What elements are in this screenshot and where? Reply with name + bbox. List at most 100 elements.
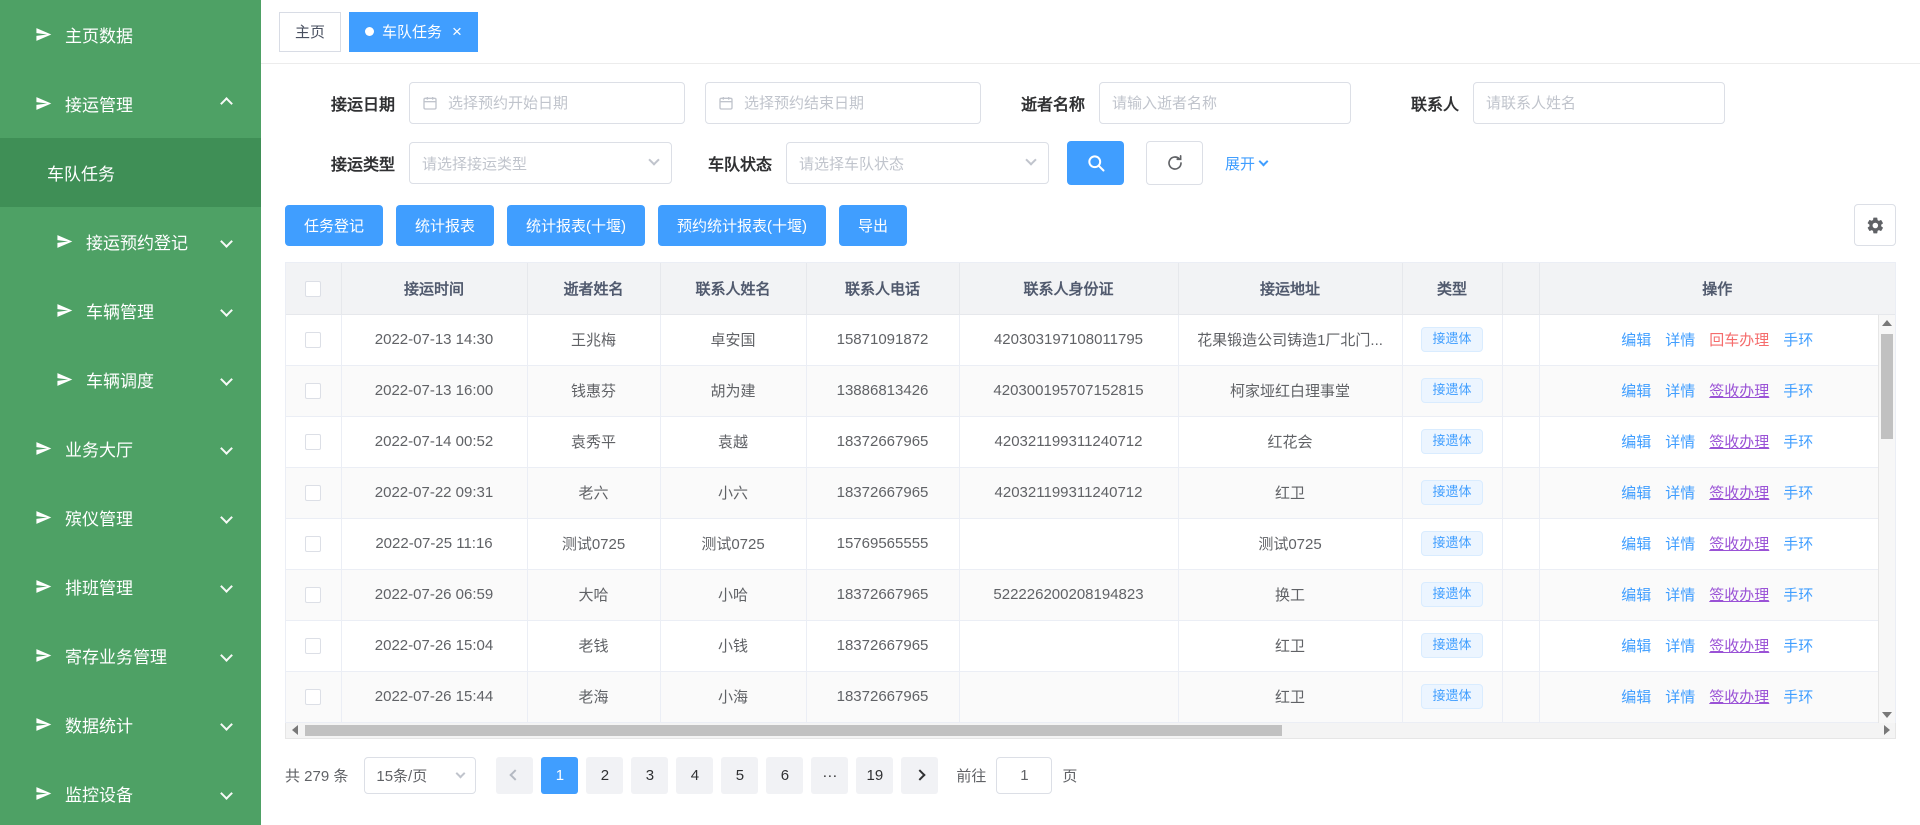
- toolbar-button[interactable]: 预约统计报表(十堰): [658, 205, 826, 246]
- date-end-input[interactable]: [705, 82, 981, 124]
- sidebar-item[interactable]: 监控设备: [0, 759, 261, 825]
- expand-toggle[interactable]: 展开: [1225, 153, 1267, 174]
- sidebar-item-label: 排班管理: [65, 574, 209, 599]
- detail-link[interactable]: 详情: [1665, 332, 1695, 349]
- goto-page-input[interactable]: [996, 757, 1052, 794]
- page-button[interactable]: 4: [676, 757, 713, 794]
- sidebar-item[interactable]: 车辆调度: [0, 345, 261, 414]
- edit-link[interactable]: 编辑: [1621, 332, 1651, 349]
- date-start-field[interactable]: [448, 83, 672, 123]
- row-checkbox[interactable]: [305, 689, 321, 705]
- page-ellipsis[interactable]: ···: [811, 757, 848, 794]
- bracelet-link[interactable]: 手环: [1783, 638, 1813, 655]
- edit-link[interactable]: 编辑: [1621, 383, 1651, 400]
- page-button[interactable]: 1: [541, 757, 578, 794]
- bracelet-link[interactable]: 手环: [1783, 587, 1813, 604]
- edit-link[interactable]: 编辑: [1621, 536, 1651, 553]
- bracelet-link[interactable]: 手环: [1783, 434, 1813, 451]
- sign-off-link[interactable]: 签收办理: [1709, 638, 1769, 655]
- sidebar-item[interactable]: 接运管理: [0, 69, 261, 138]
- return-vehicle-link[interactable]: 回车办理: [1709, 332, 1769, 349]
- bracelet-link[interactable]: 手环: [1783, 485, 1813, 502]
- detail-link[interactable]: 详情: [1665, 638, 1695, 655]
- vertical-scrollbar[interactable]: [1878, 315, 1895, 723]
- sign-off-link[interactable]: 签收办理: [1709, 587, 1769, 604]
- tab-item[interactable]: 主页: [279, 12, 341, 52]
- row-checkbox[interactable]: [305, 383, 321, 399]
- sidebar-item[interactable]: 排班管理: [0, 552, 261, 621]
- sign-off-link[interactable]: 签收办理: [1709, 485, 1769, 502]
- bracelet-link[interactable]: 手环: [1783, 689, 1813, 706]
- scroll-up-arrow[interactable]: [1879, 315, 1895, 331]
- toolbar-button[interactable]: 统计报表(十堰): [507, 205, 645, 246]
- horizontal-scrollbar[interactable]: [285, 723, 1896, 739]
- toolbar-button[interactable]: 导出: [839, 205, 907, 246]
- page-button[interactable]: 5: [721, 757, 758, 794]
- tab-active[interactable]: 车队任务×: [349, 12, 478, 52]
- edit-link[interactable]: 编辑: [1621, 689, 1651, 706]
- vscroll-thumb[interactable]: [1881, 334, 1893, 439]
- page-button[interactable]: 6: [766, 757, 803, 794]
- sidebar-item[interactable]: 业务大厅: [0, 414, 261, 483]
- fleet-status-select[interactable]: 请选择车队状态: [786, 142, 1049, 184]
- hscroll-thumb[interactable]: [305, 725, 1282, 736]
- cell-time: 2022-07-26 15:44: [341, 671, 527, 722]
- detail-link[interactable]: 详情: [1665, 383, 1695, 400]
- sidebar-item[interactable]: 车辆管理: [0, 276, 261, 345]
- toolbar-button[interactable]: 任务登记: [285, 205, 383, 246]
- row-checkbox[interactable]: [305, 536, 321, 552]
- sign-off-link[interactable]: 签收办理: [1709, 383, 1769, 400]
- detail-link[interactable]: 详情: [1665, 434, 1695, 451]
- deceased-name-field[interactable]: [1112, 83, 1338, 123]
- edit-link[interactable]: 编辑: [1621, 638, 1651, 655]
- sidebar-item[interactable]: 车队任务: [0, 138, 261, 207]
- scroll-right-arrow[interactable]: [1878, 723, 1895, 738]
- vscroll-track[interactable]: [1879, 331, 1895, 707]
- edit-link[interactable]: 编辑: [1621, 434, 1651, 451]
- prev-page-button[interactable]: [496, 757, 533, 794]
- sign-off-link[interactable]: 签收办理: [1709, 536, 1769, 553]
- page-button[interactable]: 2: [586, 757, 623, 794]
- cell-contact-name: 测试0725: [660, 518, 806, 569]
- row-checkbox[interactable]: [305, 638, 321, 654]
- sidebar-item[interactable]: 接运预约登记: [0, 207, 261, 276]
- sidebar-item[interactable]: 主页数据: [0, 0, 261, 69]
- contact-field[interactable]: [1486, 83, 1712, 123]
- detail-link[interactable]: 详情: [1665, 689, 1695, 706]
- search-button[interactable]: [1067, 141, 1124, 185]
- settings-button[interactable]: [1854, 204, 1896, 246]
- detail-link[interactable]: 详情: [1665, 485, 1695, 502]
- scroll-down-arrow[interactable]: [1879, 707, 1895, 723]
- bracelet-link[interactable]: 手环: [1783, 332, 1813, 349]
- row-checkbox[interactable]: [305, 485, 321, 501]
- date-start-input[interactable]: [409, 82, 685, 124]
- scroll-left-arrow[interactable]: [286, 723, 303, 738]
- bracelet-link[interactable]: 手环: [1783, 383, 1813, 400]
- hscroll-track[interactable]: [303, 723, 1878, 738]
- row-checkbox[interactable]: [305, 332, 321, 348]
- row-checkbox[interactable]: [305, 434, 321, 450]
- sign-off-link[interactable]: 签收办理: [1709, 689, 1769, 706]
- next-page-button[interactable]: [901, 757, 938, 794]
- date-end-field[interactable]: [744, 83, 968, 123]
- contact-input[interactable]: [1473, 82, 1725, 124]
- sidebar-item[interactable]: 殡仪管理: [0, 483, 261, 552]
- close-icon[interactable]: ×: [452, 23, 462, 40]
- sidebar-item[interactable]: 寄存业务管理: [0, 621, 261, 690]
- bracelet-link[interactable]: 手环: [1783, 536, 1813, 553]
- page-button[interactable]: 19: [856, 757, 893, 794]
- sidebar-item[interactable]: 数据统计: [0, 690, 261, 759]
- deceased-name-input[interactable]: [1099, 82, 1351, 124]
- transport-type-select[interactable]: 请选择接运类型: [409, 142, 672, 184]
- row-checkbox[interactable]: [305, 587, 321, 603]
- detail-link[interactable]: 详情: [1665, 587, 1695, 604]
- refresh-button[interactable]: [1146, 141, 1203, 185]
- toolbar-button[interactable]: 统计报表: [396, 205, 494, 246]
- page-button[interactable]: 3: [631, 757, 668, 794]
- sign-off-link[interactable]: 签收办理: [1709, 434, 1769, 451]
- select-all-checkbox[interactable]: [305, 281, 321, 297]
- edit-link[interactable]: 编辑: [1621, 587, 1651, 604]
- page-size-select[interactable]: 15条/页: [364, 757, 476, 794]
- detail-link[interactable]: 详情: [1665, 536, 1695, 553]
- edit-link[interactable]: 编辑: [1621, 485, 1651, 502]
